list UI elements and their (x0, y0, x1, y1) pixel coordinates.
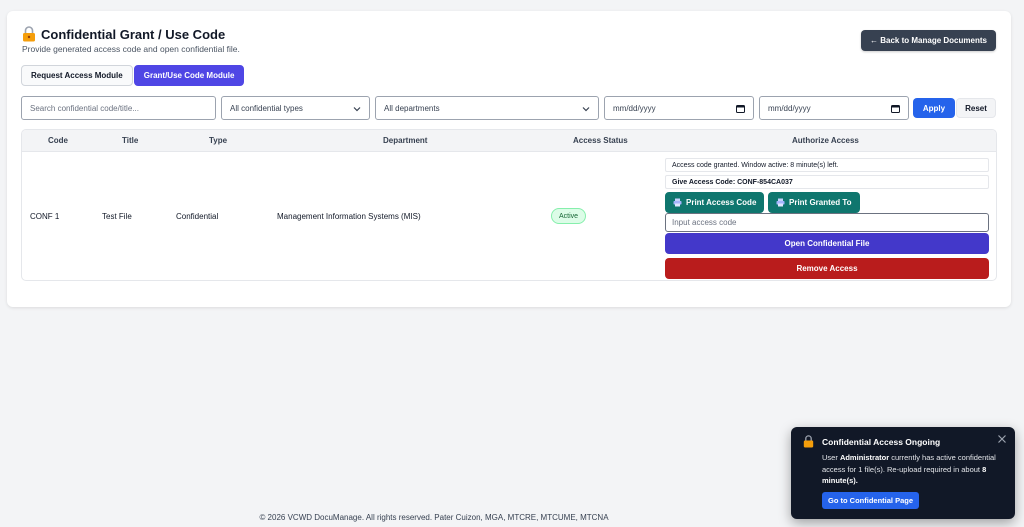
toast-message: User Administrator currently has active … (822, 452, 1002, 487)
column-header-department: Department (383, 136, 428, 145)
module-tabs: Request Access Module Grant/Use Code Mod… (21, 65, 245, 86)
toast-body-prefix: User (822, 453, 838, 462)
print-granted-to-button[interactable]: Print Granted To (768, 192, 860, 213)
back-to-manage-documents-button[interactable]: ← Back to Manage Documents (861, 30, 996, 51)
access-code-input-placeholder: Input access code (672, 218, 737, 227)
type-select-value: All confidential types (230, 103, 303, 113)
print-access-code-label: Print Access Code (686, 198, 757, 207)
date-from-value: mm/dd/yyyy (613, 103, 656, 113)
department-select-value: All departments (384, 103, 440, 113)
cell-code: CONF 1 (30, 212, 60, 221)
reset-button[interactable]: Reset (956, 98, 996, 118)
title-row: Confidential Grant / Use Code (22, 26, 225, 42)
lock-icon (803, 435, 814, 448)
search-placeholder: Search confidential code/title... (30, 103, 139, 113)
lock-icon (23, 26, 35, 42)
access-granted-notice: Access code granted. Window active: 8 mi… (665, 158, 989, 172)
remove-access-button[interactable]: Remove Access (665, 258, 989, 279)
column-header-access-status: Access Status (573, 136, 628, 145)
date-from-input[interactable]: mm/dd/yyyy (604, 96, 754, 120)
cell-type: Confidential (176, 212, 219, 221)
access-code-input[interactable]: Input access code (665, 213, 989, 232)
calendar-icon[interactable] (736, 104, 745, 113)
confidential-table: Code Title Type Department Access Status… (21, 129, 997, 281)
cell-title: Test File (102, 212, 132, 221)
chevron-down-icon (353, 107, 361, 112)
access-granted-text: Access code granted. Window active: 8 mi… (672, 161, 839, 169)
date-to-input[interactable]: mm/dd/yyyy (759, 96, 909, 120)
date-to-value: mm/dd/yyyy (768, 103, 811, 113)
column-header-type: Type (209, 136, 228, 145)
department-select[interactable]: All departments (375, 96, 599, 120)
printer-icon (776, 198, 785, 207)
access-code-box: Give Access Code: CONF-854CA037 (665, 175, 989, 189)
access-code-value: CONF-854CA037 (737, 178, 793, 186)
cell-department: Management Information Systems (MIS) (277, 212, 421, 221)
calendar-icon[interactable] (891, 104, 900, 113)
page-subtitle: Provide generated access code and open c… (22, 44, 240, 54)
print-access-code-button[interactable]: Print Access Code (665, 192, 765, 213)
footer: © 2026 VCWD DocuManage. All rights reser… (259, 513, 609, 522)
close-icon[interactable] (997, 434, 1007, 444)
toast-title: Confidential Access Ongoing (822, 437, 941, 447)
chevron-down-icon (582, 107, 590, 112)
open-confidential-file-button[interactable]: Open Confidential File (665, 233, 989, 254)
toast-user: Administrator (839, 453, 890, 462)
go-to-confidential-page-button[interactable]: Go to Confidential Page (822, 492, 920, 509)
main-card: Confidential Grant / Use Code Provide ge… (7, 11, 1011, 307)
tab-grant-use-code[interactable]: Grant/Use Code Module (133, 65, 245, 86)
print-granted-to-label: Print Granted To (789, 198, 852, 207)
page-title: Confidential Grant / Use Code (41, 26, 226, 42)
type-select[interactable]: All confidential types (221, 96, 370, 120)
status-badge: Active (551, 208, 587, 224)
table-header: Code Title Type Department Access Status… (22, 130, 996, 152)
column-header-authorize-access: Authorize Access (792, 136, 859, 145)
tab-request-access[interactable]: Request Access Module (21, 65, 133, 86)
confidential-access-toast: Confidential Access Ongoing User Adminis… (791, 427, 1015, 519)
column-header-code: Code (48, 136, 68, 145)
access-code-label: Give Access Code: (672, 178, 736, 186)
printer-icon (673, 198, 682, 207)
apply-button[interactable]: Apply (913, 98, 955, 118)
search-input[interactable]: Search confidential code/title... (21, 96, 216, 120)
column-header-title: Title (122, 136, 139, 145)
